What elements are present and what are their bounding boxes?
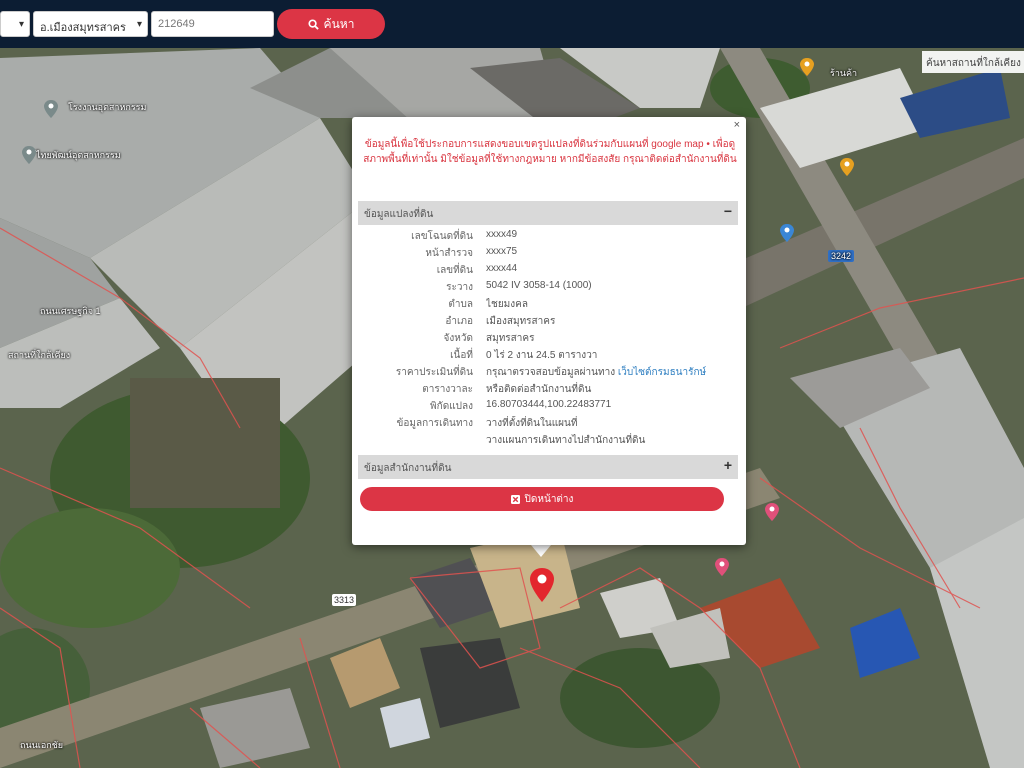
- detail-value: เมืองสมุทรสาคร: [486, 316, 556, 327]
- directions-to-land-office-link[interactable]: วางแผนการเดินทางไปสำนักงานที่ดิน: [486, 433, 738, 448]
- map-place-label: ถนนเศรษฐกิจ 1: [40, 306, 101, 316]
- treasury-website-link[interactable]: เว็บไซต์กรมธนารักษ์: [618, 367, 706, 378]
- expand-icon[interactable]: +: [724, 457, 732, 473]
- detail-row: ระวาง 5042 IV 3058-14 (1000): [358, 280, 738, 297]
- land-office-section-title: ข้อมูลสำนักงานที่ดิน: [364, 463, 452, 474]
- poi-pin-icon: [44, 100, 58, 118]
- detail-value: กรุณาตรวจสอบข้อมูลผ่านทาง เว็บไซต์กรมธนา…: [486, 365, 738, 380]
- detail-label: ตำบล: [448, 299, 473, 310]
- map-road-label: ถนนเอกชัย: [20, 740, 64, 750]
- road-number-badge: 3242: [828, 250, 855, 262]
- detail-row: ตำบล ไชยมงคล: [358, 297, 738, 314]
- deed-number-value: 212649: [158, 18, 195, 30]
- close-icon: [510, 494, 520, 504]
- detail-value: 5042 IV 3058-14 (1000): [486, 280, 592, 291]
- disclaimer-text: ข้อมูลนี้เพื่อใช้ประกอบการแสดงขอบเขตรูปแ…: [363, 139, 737, 165]
- show-parcel-on-map-link[interactable]: วางที่ตั้งที่ดินในแผนที่: [486, 416, 738, 431]
- detail-row: เลขโฉนดที่ดิน xxxx49: [358, 229, 738, 246]
- deed-number-input[interactable]: 212649: [151, 11, 274, 37]
- detail-row: พิกัดแปลง 16.80703444,100.22483771: [358, 399, 738, 416]
- detail-label: ตารางวาละ: [422, 384, 473, 395]
- detail-row: เลขที่ดิน xxxx44: [358, 263, 738, 280]
- chevron-down-icon: ▾: [136, 19, 142, 30]
- district-select[interactable]: อ.เมืองสมุทรสาคร ▾: [33, 11, 148, 37]
- close-window-label: ปิดหน้าต่าง: [524, 493, 574, 505]
- detail-label: จังหวัด: [443, 333, 473, 344]
- detail-value: xxxx49: [486, 229, 518, 240]
- road-number-badge: 3313: [332, 594, 357, 606]
- chevron-down-icon: ▾: [18, 19, 24, 30]
- parcel-info-popup: × ข้อมูลนี้เพื่อใช้ประกอบการแสดงขอบเขตรู…: [352, 117, 746, 545]
- province-select[interactable]: ▾: [0, 11, 30, 37]
- map-place-label: ไทยพัฒน์อุตสาหกรรม: [36, 150, 121, 160]
- parcel-info-section-title: ข้อมูลแปลงที่ดิน: [364, 209, 434, 220]
- detail-label: พิกัดแปลง: [430, 401, 473, 412]
- search-button[interactable]: ค้นหา: [277, 9, 385, 39]
- detail-value-text: กรุณาตรวจสอบข้อมูลผ่านทาง: [486, 367, 616, 378]
- map-place-label: สถานที่ใกล้เคียง: [8, 350, 71, 360]
- detail-row: วางแผนการเดินทางไปสำนักงานที่ดิน: [358, 433, 738, 450]
- map-place-label: โรงงานอุตสาหกรรม: [68, 102, 147, 112]
- detail-row: อำเภอ เมืองสมุทรสาคร: [358, 314, 738, 331]
- nearby-places-label[interactable]: ค้นหาสถานที่ใกล้เคียง: [922, 51, 1024, 73]
- detail-row: ข้อมูลการเดินทาง วางที่ตั้งที่ดินในแผนที่: [358, 416, 738, 433]
- close-window-button[interactable]: ปิดหน้าต่าง: [360, 487, 724, 511]
- district-select-value: อ.เมืองสมุทรสาคร: [40, 22, 126, 34]
- detail-label: ข้อมูลการเดินทาง: [396, 418, 473, 429]
- top-toolbar: ▾ อ.เมืองสมุทรสาคร ▾ 212649 ค้นหา: [0, 0, 1024, 48]
- detail-label: เนื้อที่: [450, 350, 473, 361]
- detail-value: สมุทรสาคร: [486, 333, 535, 344]
- parcel-info-section-header[interactable]: ข้อมูลแปลงที่ดิน −: [358, 201, 738, 225]
- detail-value: 0 ไร่ 2 งาน 24.5 ตารางวา: [486, 350, 598, 361]
- parcel-details-list: เลขโฉนดที่ดิน xxxx49 หน้าสำรวจ xxxx75 เลขท…: [358, 229, 738, 450]
- detail-label: เลขโฉนดที่ดิน: [411, 231, 473, 242]
- parcel-location-marker-icon[interactable]: [530, 568, 554, 602]
- poi-pin-icon: [765, 503, 779, 521]
- detail-value: หรือติดต่อสำนักงานที่ดิน: [486, 384, 592, 395]
- land-office-section-header[interactable]: ข้อมูลสำนักงานที่ดิน +: [358, 455, 738, 479]
- poi-pin-icon: [715, 558, 729, 576]
- detail-label: ระวาง: [446, 282, 473, 293]
- search-button-label: ค้นหา: [323, 16, 355, 31]
- detail-row: ตารางวาละ หรือติดต่อสำนักงานที่ดิน: [358, 382, 738, 399]
- coordinates-link[interactable]: 16.80703444,100.22483771: [486, 399, 738, 410]
- detail-row: ราคาประเมินที่ดิน กรุณาตรวจสอบข้อมูลผ่านท…: [358, 365, 738, 382]
- detail-value: xxxx44: [486, 263, 518, 274]
- detail-value: xxxx75: [486, 246, 518, 257]
- popup-pointer: [531, 545, 551, 557]
- search-icon: [308, 18, 319, 30]
- poi-pin-icon: [22, 146, 36, 164]
- detail-row: เนื้อที่ 0 ไร่ 2 งาน 24.5 ตารางวา: [358, 348, 738, 365]
- collapse-icon[interactable]: −: [724, 203, 732, 219]
- detail-label: อำเภอ: [445, 316, 473, 327]
- detail-value: ไชยมงคล: [486, 299, 528, 310]
- close-icon[interactable]: ×: [734, 119, 740, 131]
- poi-pin-icon: [800, 58, 814, 76]
- poi-pin-icon: [780, 224, 794, 242]
- detail-row: จังหวัด สมุทรสาคร: [358, 331, 738, 348]
- poi-pin-icon: [840, 158, 854, 176]
- map-place-label: ร้านค้า: [830, 68, 858, 78]
- detail-label: ราคาประเมินที่ดิน: [395, 367, 473, 378]
- detail-row: หน้าสำรวจ xxxx75: [358, 246, 738, 263]
- detail-label: หน้าสำรวจ: [425, 248, 473, 259]
- detail-label: เลขที่ดิน: [436, 265, 473, 276]
